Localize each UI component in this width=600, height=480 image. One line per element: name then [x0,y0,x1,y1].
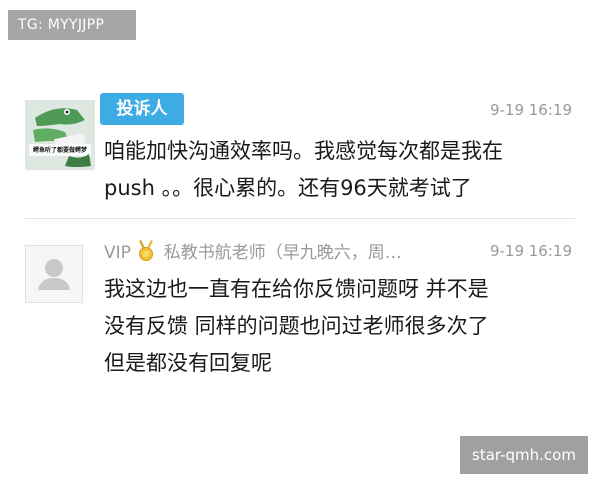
sender-name: 私教书航老师（早九晚六，周… [163,243,402,263]
message-line: 没有反馈 同样的问题也问过老师很多次了 [104,314,489,338]
complainant-badge: 投诉人 [100,93,184,125]
comment-message: 咱能加快沟通效率吗。我感觉每次都是我在 push 。。很心累的。还有96天就考试… [104,133,574,207]
gold-medal-icon [139,240,154,261]
message-line: 我这边也一直有在给你反馈问题呀 并不是 [104,277,489,301]
default-user-avatar-icon [38,259,70,290]
site-watermark: star-qmh.com [460,436,588,474]
avatar[interactable] [25,100,95,170]
cartoon-crocodile-avatar-icon [25,100,95,170]
comment-timestamp: 9-19 16:19 [489,242,572,260]
message-line: 咱能加快沟通效率吗。我感觉每次都是我在 [104,139,503,163]
comment-message: 我这边也一直有在给你反馈问题呀 并不是 没有反馈 同样的问题也问过老师很多次了 … [104,271,574,382]
avatar[interactable] [25,245,83,303]
message-line: 但是都没有回复呢 [104,351,272,375]
avatar-caption: 鳄鱼听了都要做鳄梦 [32,147,87,154]
comment-timestamp: 9-19 16:19 [489,101,572,119]
vip-label: VIP [104,243,131,263]
tg-watermark-tag: TG: MYYJJPP [8,10,136,40]
comment-divider [25,218,575,219]
sender-line[interactable]: VIP 私教书航老师（早九晚六，周… [104,240,479,264]
message-line: push 。。很心累的。还有96天就考试了 [104,176,472,200]
